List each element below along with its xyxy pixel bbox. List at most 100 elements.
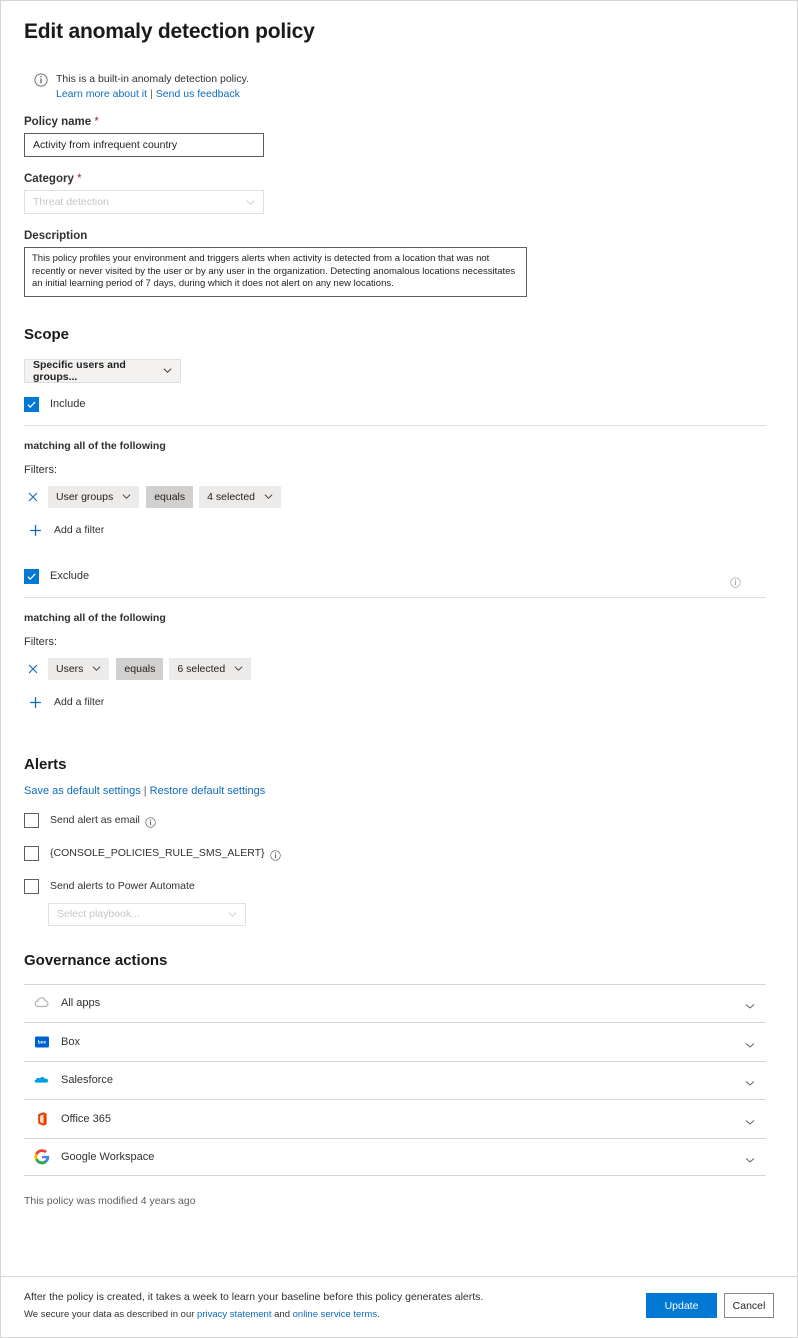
playbook-placeholder: Select playbook... — [57, 908, 140, 920]
include-filter-field-select[interactable]: User groups — [48, 485, 140, 508]
exclude-divider — [24, 596, 766, 598]
online-service-terms-link[interactable]: online service terms — [293, 1309, 377, 1320]
footer-buttons: Update Cancel — [646, 1289, 774, 1318]
exclude-filter-row: Users equals 6 selected — [24, 657, 774, 680]
exclude-matching-text: matching all of the following — [24, 611, 166, 624]
save-default-settings-link[interactable]: Save as default settings — [24, 785, 141, 797]
sms-alert-row[interactable]: {CONSOLE_POLICIES_RULE_SMS_ALERT} — [24, 845, 774, 861]
footer-line-1: After the policy is created, it takes a … — [24, 1291, 484, 1303]
category-field: Category * Threat detection — [24, 173, 774, 214]
power-automate-checkbox[interactable] — [24, 878, 39, 894]
category-select[interactable]: Threat detection — [24, 190, 264, 214]
chevron-down-icon[interactable] — [745, 998, 755, 1009]
governance-row-label: All apps — [61, 997, 101, 1010]
privacy-statement-link[interactable]: privacy statement — [197, 1309, 271, 1320]
link-separator: | — [150, 88, 153, 100]
send-alert-email-label: Send alert as email — [50, 814, 140, 826]
link-separator: | — [143, 784, 147, 797]
exclude-checkbox-row[interactable]: Exclude — [24, 568, 774, 584]
send-alert-email-info-icon[interactable] — [145, 815, 156, 828]
remove-filter-icon[interactable] — [24, 492, 42, 502]
page-title: Edit anomaly detection policy — [24, 20, 315, 43]
power-automate-row[interactable]: Send alerts to Power Automate — [24, 878, 774, 894]
exclude-add-filter-button[interactable]: Add a filter — [29, 696, 774, 709]
include-divider — [24, 424, 766, 426]
governance-row-all-apps[interactable]: All apps — [24, 983, 766, 1023]
governance-rows: All apps box Box Salesforce Office 365 G… — [24, 983, 766, 1176]
send-alert-email-checkbox[interactable] — [24, 812, 39, 828]
include-checkbox[interactable] — [24, 396, 39, 412]
governance-row-google-workspace[interactable]: Google Workspace — [24, 1137, 766, 1176]
cancel-button[interactable]: Cancel — [724, 1293, 774, 1318]
svg-text:box: box — [38, 1039, 47, 1044]
include-filter-row: User groups equals 4 selected — [24, 485, 774, 508]
include-label: Include — [50, 398, 86, 410]
all-apps-cloud-icon — [34, 995, 50, 1011]
chevron-down-icon[interactable] — [745, 1075, 755, 1086]
include-filter-value: 4 selected — [207, 490, 256, 503]
exclude-filter-field-select[interactable]: Users — [48, 657, 110, 680]
governance-row-salesforce[interactable]: Salesforce — [24, 1060, 766, 1100]
governance-row-box[interactable]: box Box — [24, 1022, 766, 1061]
include-filters-label: Filters: — [24, 463, 57, 476]
required-marker: * — [94, 116, 99, 128]
send-feedback-link[interactable]: Send us feedback — [156, 88, 240, 100]
chevron-down-icon[interactable] — [745, 1152, 755, 1163]
sms-alert-checkbox[interactable] — [24, 845, 39, 861]
footer-line-2: We secure your data as described in our … — [24, 1306, 483, 1323]
chevron-down-icon — [264, 492, 273, 501]
exclude-filter-value: 6 selected — [177, 662, 226, 675]
office365-icon — [34, 1111, 50, 1127]
description-label: Description — [24, 230, 88, 242]
governance-row-label: Salesforce — [61, 1074, 113, 1087]
power-automate-label: Send alerts to Power Automate — [50, 880, 195, 892]
chevron-down-icon[interactable] — [745, 1114, 755, 1125]
builtin-policy-banner: This is a built-in anomaly detection pol… — [34, 72, 774, 100]
exclude-filter-operator[interactable]: equals — [116, 657, 164, 680]
description-textarea[interactable]: This policy profiles your environment an… — [24, 247, 527, 297]
alerts-heading: Alerts — [24, 755, 67, 773]
send-alert-email-row[interactable]: Send alert as email — [24, 812, 774, 828]
edit-policy-panel: Edit anomaly detection policy This is a … — [0, 0, 798, 1338]
panel-footer: After the policy is created, it takes a … — [1, 1276, 797, 1337]
salesforce-icon — [34, 1072, 50, 1088]
scope-heading: Scope — [24, 325, 70, 343]
chevron-down-icon[interactable] — [745, 1037, 755, 1048]
chevron-down-icon — [228, 910, 237, 919]
remove-filter-icon[interactable] — [24, 664, 42, 674]
include-filter-field-value: User groups — [56, 490, 114, 503]
plus-icon — [29, 696, 42, 709]
plus-icon — [29, 524, 42, 537]
exclude-info-icon[interactable] — [730, 575, 741, 588]
playbook-select[interactable]: Select playbook... — [48, 902, 246, 926]
policy-name-input[interactable]: Activity from infrequent country — [24, 133, 264, 157]
include-filter-value-select[interactable]: 4 selected — [199, 485, 282, 508]
chevron-down-icon — [234, 664, 243, 673]
alerts-default-links: Save as default settings | Restore default… — [24, 785, 774, 797]
sms-alert-info-icon[interactable] — [269, 848, 281, 861]
description-field: Description This policy profiles your en… — [24, 230, 774, 297]
exclude-filter-value-select[interactable]: 6 selected — [169, 657, 252, 680]
footer-text: After the policy is created, it takes a … — [24, 1289, 483, 1323]
include-checkbox-row[interactable]: Include — [24, 396, 774, 412]
chevron-down-icon — [246, 198, 255, 207]
update-button[interactable]: Update — [646, 1293, 717, 1318]
include-add-filter-label: Add a filter — [54, 524, 105, 536]
chevron-down-icon — [92, 664, 101, 673]
exclude-filter-field-value: Users — [56, 662, 84, 675]
exclude-label: Exclude — [50, 570, 90, 582]
restore-default-settings-link[interactable]: Restore default settings — [150, 785, 266, 797]
governance-row-office365[interactable]: Office 365 — [24, 1099, 766, 1138]
scope-select[interactable]: Specific users and groups... — [24, 358, 181, 383]
governance-heading: Governance actions — [24, 951, 168, 969]
policy-name-label: Policy name * — [24, 116, 99, 128]
include-add-filter-button[interactable]: Add a filter — [29, 524, 774, 537]
box-icon: box — [34, 1034, 50, 1050]
exclude-checkbox[interactable] — [24, 568, 39, 584]
sms-alert-label: {CONSOLE_POLICIES_RULE_SMS_ALERT} — [50, 847, 265, 859]
policy-name-field: Policy name * Activity from infrequent c… — [24, 116, 774, 157]
exclude-filters-label: Filters: — [24, 635, 57, 648]
include-matching-text: matching all of the following — [24, 439, 166, 452]
include-filter-operator[interactable]: equals — [146, 485, 194, 508]
learn-more-link[interactable]: Learn more about it — [56, 88, 147, 100]
